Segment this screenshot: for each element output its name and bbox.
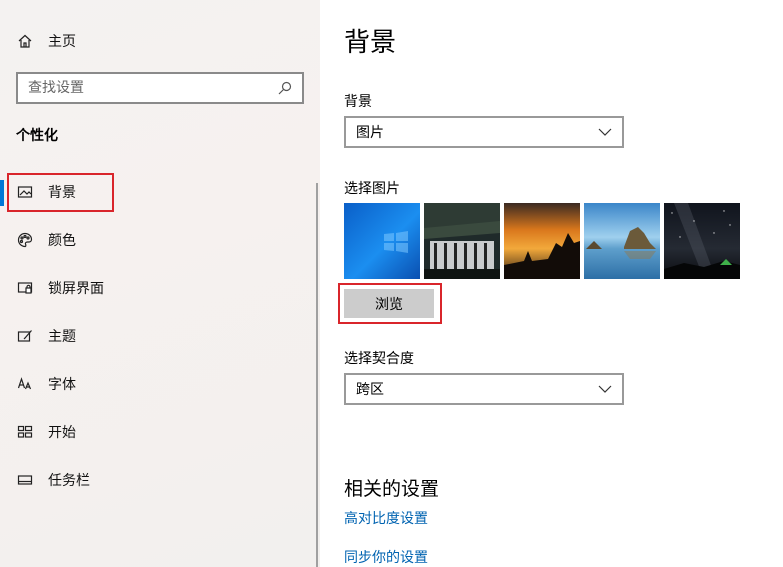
sidebar-item-label: 开始 bbox=[48, 425, 76, 441]
sidebar-item-themes[interactable]: 主题 bbox=[16, 324, 76, 348]
sidebar-item-taskbar[interactable]: 任务栏 bbox=[16, 468, 90, 492]
search-box[interactable] bbox=[16, 72, 304, 104]
highlight-box-browse bbox=[338, 283, 442, 324]
fit-dropdown[interactable]: 跨区 bbox=[344, 373, 624, 405]
high-contrast-link[interactable]: 高对比度设置 bbox=[344, 508, 428, 528]
choose-picture-label: 选择图片 bbox=[344, 181, 400, 197]
page-title: 背景 bbox=[344, 28, 397, 58]
picture-thumbnail-dancers[interactable] bbox=[424, 203, 500, 279]
nav-home-label: 主页 bbox=[48, 34, 76, 50]
background-dropdown-value: 图片 bbox=[356, 125, 384, 141]
background-label: 背景 bbox=[344, 94, 372, 110]
image-icon bbox=[16, 183, 34, 201]
picture-thumbnail-sunset-temple[interactable] bbox=[504, 203, 580, 279]
chevron-down-icon bbox=[596, 380, 614, 398]
sidebar-scrollbar[interactable] bbox=[316, 183, 318, 567]
taskbar-icon bbox=[16, 471, 34, 489]
sidebar-item-start[interactable]: 开始 bbox=[16, 420, 76, 444]
fit-dropdown-value: 跨区 bbox=[356, 382, 384, 398]
related-settings-title: 相关的设置 bbox=[344, 478, 440, 500]
picture-thumbnails bbox=[344, 203, 744, 279]
active-indicator bbox=[0, 180, 4, 206]
sidebar-item-label: 颜色 bbox=[48, 233, 76, 249]
fit-label: 选择契合度 bbox=[344, 351, 414, 367]
sidebar-item-label: 背景 bbox=[48, 185, 76, 201]
picture-thumbnail-windows[interactable] bbox=[344, 203, 420, 279]
lock-screen-icon bbox=[16, 279, 34, 297]
sync-settings-link[interactable]: 同步你的设置 bbox=[344, 547, 428, 567]
home-icon bbox=[16, 32, 34, 50]
theme-brush-icon bbox=[16, 327, 34, 345]
sidebar-item-label: 任务栏 bbox=[48, 473, 90, 489]
chevron-down-icon bbox=[596, 123, 614, 141]
sidebar-item-lock-screen[interactable]: 锁屏界面 bbox=[16, 276, 104, 300]
picture-thumbnail-beach-rocks[interactable] bbox=[584, 203, 660, 279]
section-title: 个性化 bbox=[16, 128, 58, 144]
picture-thumbnail-starry-night[interactable] bbox=[664, 203, 740, 279]
palette-icon bbox=[16, 231, 34, 249]
start-icon bbox=[16, 423, 34, 441]
search-input[interactable] bbox=[28, 80, 268, 96]
sidebar-item-fonts[interactable]: 字体 bbox=[16, 372, 76, 396]
nav-home[interactable]: 主页 bbox=[16, 30, 76, 52]
sidebar-item-label: 字体 bbox=[48, 377, 76, 393]
sidebar-item-background[interactable]: 背景 bbox=[16, 180, 76, 204]
font-icon bbox=[16, 375, 34, 393]
sidebar-item-label: 主题 bbox=[48, 329, 76, 345]
background-dropdown[interactable]: 图片 bbox=[344, 116, 624, 148]
sidebar: 主页 个性化 背景 颜色 锁屏界面 主题 bbox=[0, 0, 320, 567]
search-icon[interactable] bbox=[276, 79, 294, 97]
sidebar-item-colors[interactable]: 颜色 bbox=[16, 228, 76, 252]
sidebar-item-label: 锁屏界面 bbox=[48, 281, 104, 297]
main-panel: 背景 背景 图片 选择图片 浏览 选择契合度 跨区 相关的设置 高对比度设置 同… bbox=[320, 0, 783, 567]
